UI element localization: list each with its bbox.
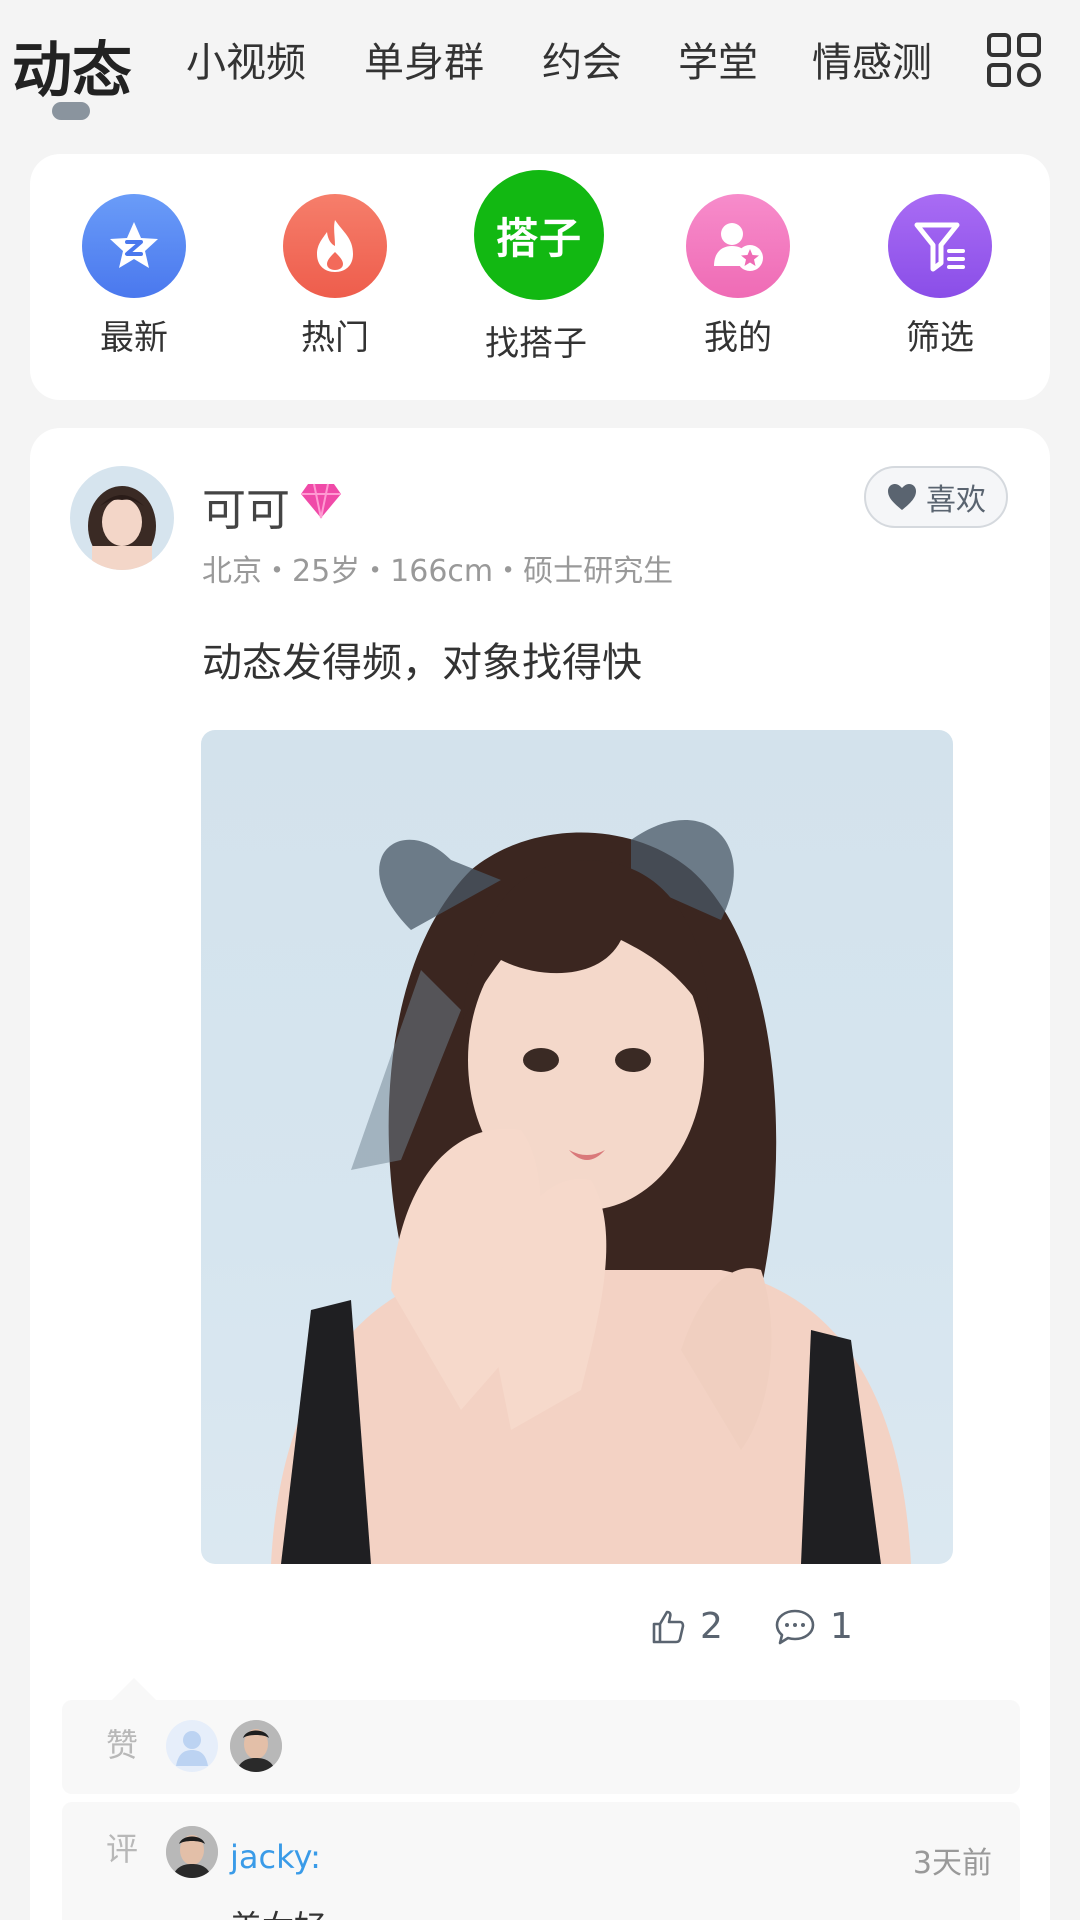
category-hot[interactable]: 热门 xyxy=(255,154,415,400)
thumbs-up-count: 2 xyxy=(700,1606,723,1647)
commenter-name[interactable]: jacky: xyxy=(230,1838,321,1876)
liker-avatar[interactable] xyxy=(230,1720,282,1772)
category-label: 筛选 xyxy=(906,318,974,358)
user-meta: 北京・25岁・166cm・硕士研究生 xyxy=(202,554,674,589)
diamond-icon xyxy=(301,483,341,519)
tab-emotion-test[interactable]: 情感测 xyxy=(812,30,932,88)
comment-stat[interactable]: 1 xyxy=(774,1606,853,1647)
thumbs-up-stat[interactable]: 2 xyxy=(650,1606,723,1647)
filter-icon xyxy=(888,194,992,298)
partner-icon: 搭子 xyxy=(474,170,604,300)
active-tab-indicator xyxy=(52,102,90,120)
grid-menu-icon[interactable] xyxy=(986,32,1042,88)
comments-label: 评 xyxy=(106,1830,139,1868)
tab-singles-group[interactable]: 单身群 xyxy=(364,30,484,88)
post-text: 动态发得频，对象找得快 xyxy=(202,640,642,686)
flame-icon xyxy=(283,194,387,298)
tab-academy[interactable]: 学堂 xyxy=(678,30,758,88)
category-label: 热门 xyxy=(301,318,369,358)
username[interactable]: 可可 xyxy=(202,474,290,538)
category-filter[interactable]: 筛选 xyxy=(860,154,1020,400)
category-label: 最新 xyxy=(100,318,168,358)
partner-badge-text: 搭子 xyxy=(495,213,582,263)
heart-icon xyxy=(888,484,916,510)
like-button[interactable]: 喜欢 xyxy=(864,466,1008,528)
category-label: 找搭子 xyxy=(485,324,587,364)
category-find-partner[interactable]: 搭子 找搭子 xyxy=(456,154,616,400)
tab-dating[interactable]: 约会 xyxy=(542,30,622,88)
category-latest[interactable]: 最新 xyxy=(54,154,214,400)
top-tab-bar: 动态 小视频 单身群 约会 学堂 情感测 xyxy=(0,0,1080,140)
comments-panel: 评 jacky: 3天前 美女好 xyxy=(62,1802,1020,1920)
category-card: 最新 热门 搭子 找搭子 我的 筛选 xyxy=(30,154,1050,400)
comment-text: 美女好 xyxy=(230,1902,326,1920)
panel-pointer xyxy=(112,1678,156,1700)
liker-avatar[interactable] xyxy=(166,1720,218,1772)
thumbs-up-icon xyxy=(652,1610,685,1643)
post-photo[interactable] xyxy=(201,730,953,1564)
avatar[interactable] xyxy=(70,466,174,570)
likes-label: 赞 xyxy=(106,1726,139,1764)
comment-time: 3天前 xyxy=(912,1846,992,1881)
commenter-avatar[interactable] xyxy=(166,1826,218,1878)
comment-bubble-icon xyxy=(775,1609,815,1644)
star-z-icon xyxy=(82,194,186,298)
comment-count: 1 xyxy=(830,1606,853,1647)
tab-moments[interactable]: 动态 xyxy=(12,22,132,109)
likes-panel: 赞 xyxy=(62,1700,1020,1794)
category-label: 我的 xyxy=(704,318,772,358)
category-mine[interactable]: 我的 xyxy=(658,154,818,400)
user-star-icon xyxy=(686,194,790,298)
post-card: 可可 北京・25岁・166cm・硕士研究生 喜欢 动态发得频，对象找得快 2 1… xyxy=(30,428,1050,1920)
like-button-label: 喜欢 xyxy=(926,483,986,518)
tab-short-video[interactable]: 小视频 xyxy=(186,30,306,88)
